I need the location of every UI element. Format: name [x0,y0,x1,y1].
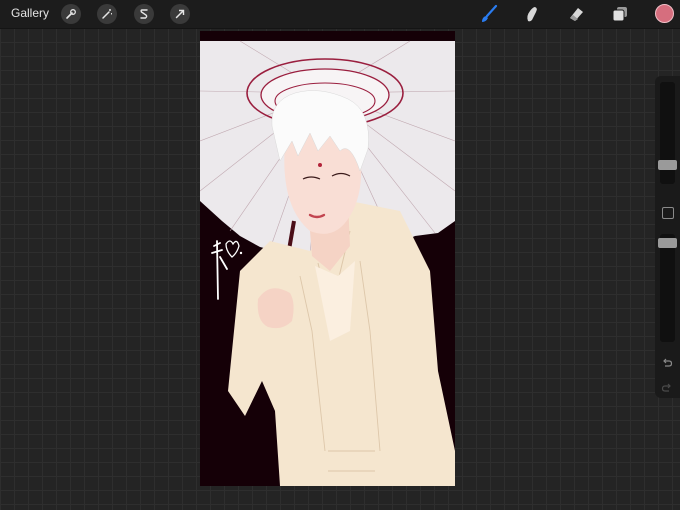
side-toolbar [655,76,680,398]
transform-arrow-icon [175,9,185,19]
drawing-canvas[interactable] [200,31,455,486]
eraser-icon [570,8,583,21]
undo-icon [663,358,673,367]
color-picker-button[interactable] [655,4,674,23]
brush-size-thumb[interactable] [658,160,677,170]
brush-tool-button[interactable] [478,4,500,24]
layers-icon [612,7,627,22]
brush-size-slider[interactable] [658,82,677,184]
eraser-tool-button[interactable] [565,4,587,24]
smudge-icon [527,7,537,22]
transform-button[interactable] [170,4,190,24]
redo-icon [661,383,671,392]
top-toolbar: Gallery [0,0,680,29]
eyedropper-modify-button[interactable] [662,207,674,219]
undo-button[interactable] [661,354,673,373]
artwork-illustration [200,31,455,486]
brush-icon [482,4,498,22]
redo-button[interactable] [661,379,673,398]
gallery-button[interactable]: Gallery [11,6,49,20]
selection-button[interactable] [134,4,154,24]
layers-button[interactable] [609,4,631,24]
magic-wand-icon [102,9,112,19]
opacity-slider[interactable] [658,234,677,342]
wrench-icon [66,9,76,19]
actions-button[interactable] [61,4,81,24]
opacity-thumb[interactable] [658,238,677,248]
adjustments-button[interactable] [97,4,117,24]
selection-icon [140,9,148,19]
smudge-tool-button[interactable] [521,4,543,24]
